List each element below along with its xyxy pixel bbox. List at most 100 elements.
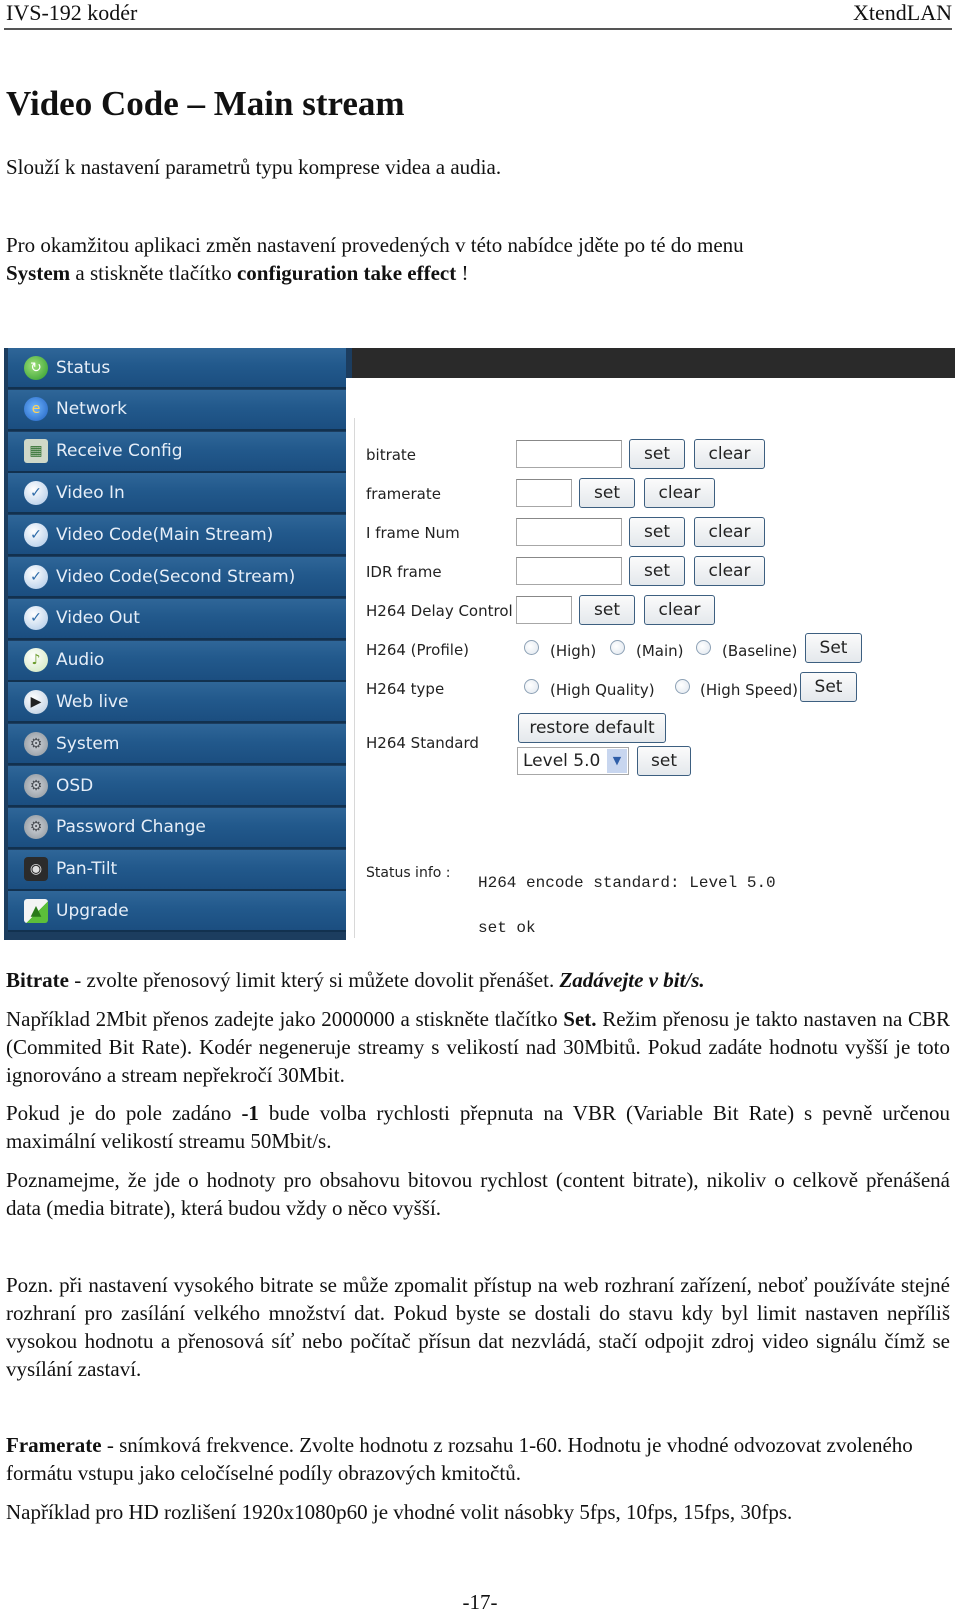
sidebar-item-network[interactable]: e Network — [8, 389, 346, 431]
sidebar-item-video-code-main-stream[interactable]: ✓ Video Code(Main Stream) — [8, 515, 346, 557]
type-high-speed-radio[interactable] — [675, 679, 690, 694]
apply-note: Pro okamžitou aplikaci změn nastavení pr… — [6, 233, 744, 285]
type-high-speed-label: (High Speed) — [700, 681, 798, 699]
header-product: IVS-192 kodér — [6, 0, 138, 25]
idr-frame-input[interactable] — [516, 557, 622, 585]
sidebar-item-label: OSD — [56, 775, 94, 796]
profile-main-label: (Main) — [636, 642, 684, 660]
standard-set-button[interactable]: set — [637, 746, 691, 776]
framerate-example: Například pro HD rozlišení 1920x1080p60 … — [6, 1500, 793, 1524]
header-brand: XtendLAN — [853, 0, 952, 25]
sidebar-item-receive-config[interactable]: ▦ Receive Config — [8, 431, 346, 473]
page-title: Video Code – Main stream — [6, 84, 405, 123]
sidebar-item-label: Video Code(Second Stream) — [56, 566, 296, 587]
audio-disc-icon: ♪ — [24, 648, 48, 673]
sidebar-item-pan-tilt[interactable]: ◉ Pan-Tilt — [8, 849, 346, 891]
play-icon: ▶ — [24, 689, 48, 714]
sidebar-item-label: Video In — [56, 482, 125, 503]
video-icon: ✓ — [24, 480, 48, 505]
sidebar-item-label: Network — [56, 399, 127, 420]
status-info-line2: set ok — [478, 919, 536, 937]
sidebar-item-system[interactable]: ⚙ System — [8, 724, 346, 766]
profile-high-radio[interactable] — [524, 640, 539, 655]
sidebar-item-status[interactable]: ↻ Status — [8, 348, 346, 389]
framerate-heading: Framerate - snímková frekvence. Zvolte h… — [6, 1433, 913, 1485]
sidebar-item-label: System — [56, 733, 120, 754]
restore-default-button[interactable]: restore default — [518, 713, 666, 743]
status-info-label: Status info : — [366, 865, 451, 881]
status-refresh-icon: ↻ — [24, 355, 48, 380]
bitrate-label: bitrate — [366, 446, 417, 464]
standard-level-select[interactable]: Level 5.0 ▼ — [517, 747, 629, 775]
framerate-clear-button[interactable]: clear — [644, 478, 715, 508]
sidebar-item-label: Status — [56, 357, 111, 378]
sidebar-item-label: Upgrade — [56, 900, 129, 921]
chevron-down-icon[interactable]: ▼ — [607, 749, 627, 773]
idr-frame-label: IDR frame — [366, 563, 442, 581]
framerate-label: framerate — [366, 485, 441, 503]
sidebar-item-audio[interactable]: ♪ Audio — [8, 640, 346, 682]
upgrade-icon: ▲ — [24, 898, 48, 923]
delay-control-input[interactable] — [516, 596, 572, 624]
gear-icon: ⚙ — [24, 773, 48, 798]
sidebar-item-web-live[interactable]: ▶ Web live — [8, 682, 346, 724]
standard-label: H264 Standard — [366, 734, 479, 752]
sidebar-item-password-change[interactable]: ⚙ Password Change — [8, 807, 346, 849]
sidebar-item-label: Audio — [56, 650, 105, 671]
bitrate-input[interactable] — [516, 440, 622, 468]
profile-main-radio[interactable] — [610, 640, 625, 655]
framerate-input[interactable] — [516, 479, 572, 507]
profile-high-label: (High) — [550, 642, 597, 660]
delay-control-clear-button[interactable]: clear — [644, 595, 715, 625]
idr-frame-set-button[interactable]: set — [629, 556, 685, 586]
camera-icon: ◉ — [24, 857, 48, 882]
standard-level-value: Level 5.0 — [523, 751, 601, 771]
iframe-num-set-button[interactable]: set — [629, 517, 685, 547]
sidebar-item-video-code-second-stream[interactable]: ✓ Video Code(Second Stream) — [8, 557, 346, 598]
bitrate-paragraph-warning: Pozn. při nastavení vysokého bitrate se … — [6, 1273, 950, 1381]
network-globe-icon: e — [24, 397, 48, 422]
web-ui-screenshot: ↻ Status e Network ▦ Receive Config ✓ Video In ✓… — [4, 348, 955, 940]
sidebar-item-video-out[interactable]: ✓ Video Out — [8, 598, 346, 640]
bitrate-paragraph-vbr: Pokud je do pole zadáno -1 bude volba ry… — [6, 1101, 950, 1153]
page-number: -17- — [462, 1590, 498, 1614]
web-ui-top-bar — [340, 348, 955, 400]
settings-panel: bitrate set clear framerate set clear I … — [346, 378, 955, 940]
sidebar-item-label: Password Change — [56, 817, 206, 838]
page-header: IVS-192 kodér XtendLAN — [4, 0, 952, 30]
profile-baseline-radio[interactable] — [696, 640, 711, 655]
sidebar-item-label: Receive Config — [56, 441, 183, 462]
bitrate-set-button[interactable]: set — [629, 439, 685, 469]
receive-config-icon: ▦ — [24, 439, 48, 464]
sidebar-item-upgrade[interactable]: ▲ Upgrade — [8, 891, 346, 933]
delay-control-set-button[interactable]: set — [579, 595, 635, 625]
sidebar-item-label: Video Code(Main Stream) — [56, 524, 274, 545]
bitrate-heading: Bitrate - zvolte přenosový limit který s… — [6, 968, 705, 992]
idr-frame-clear-button[interactable]: clear — [694, 556, 765, 586]
iframe-num-clear-button[interactable]: clear — [694, 517, 765, 547]
delay-control-label: H264 Delay Control — [366, 602, 513, 620]
type-high-quality-radio[interactable] — [524, 679, 539, 694]
profile-baseline-label: (Baseline) — [722, 642, 798, 660]
sidebar-menu: ↻ Status e Network ▦ Receive Config ✓ Video In ✓… — [4, 348, 352, 940]
type-label: H264 type — [366, 680, 445, 698]
intro-text: Slouží k nastavení parametrů typu kompre… — [6, 155, 502, 179]
profile-label: H264 (Profile) — [366, 641, 470, 659]
sidebar-item-video-in[interactable]: ✓ Video In — [8, 473, 346, 515]
type-set-button[interactable]: Set — [800, 672, 857, 702]
sidebar-item-label: Pan-Tilt — [56, 859, 118, 880]
framerate-set-button[interactable]: set — [579, 478, 635, 508]
sidebar-item-osd[interactable]: ⚙ OSD — [8, 766, 346, 807]
type-high-quality-label: (High Quality) — [550, 681, 655, 699]
bitrate-paragraph-note: Poznamejme, že jde o hodnoty pro obsahov… — [6, 1168, 950, 1220]
bitrate-paragraph-cbr: Například 2Mbit přenos zadejte jako 2000… — [6, 1007, 950, 1087]
status-info-line1: H264 encode standard: Level 5.0 — [478, 874, 776, 892]
gear-icon: ⚙ — [24, 731, 48, 756]
sidebar-item-label: Web live — [56, 691, 129, 712]
video-icon: ✓ — [24, 606, 48, 631]
video-icon: ✓ — [24, 522, 48, 547]
bitrate-clear-button[interactable]: clear — [694, 439, 765, 469]
iframe-num-input[interactable] — [516, 518, 622, 546]
profile-set-button[interactable]: Set — [805, 633, 862, 663]
gear-icon: ⚙ — [24, 815, 48, 840]
